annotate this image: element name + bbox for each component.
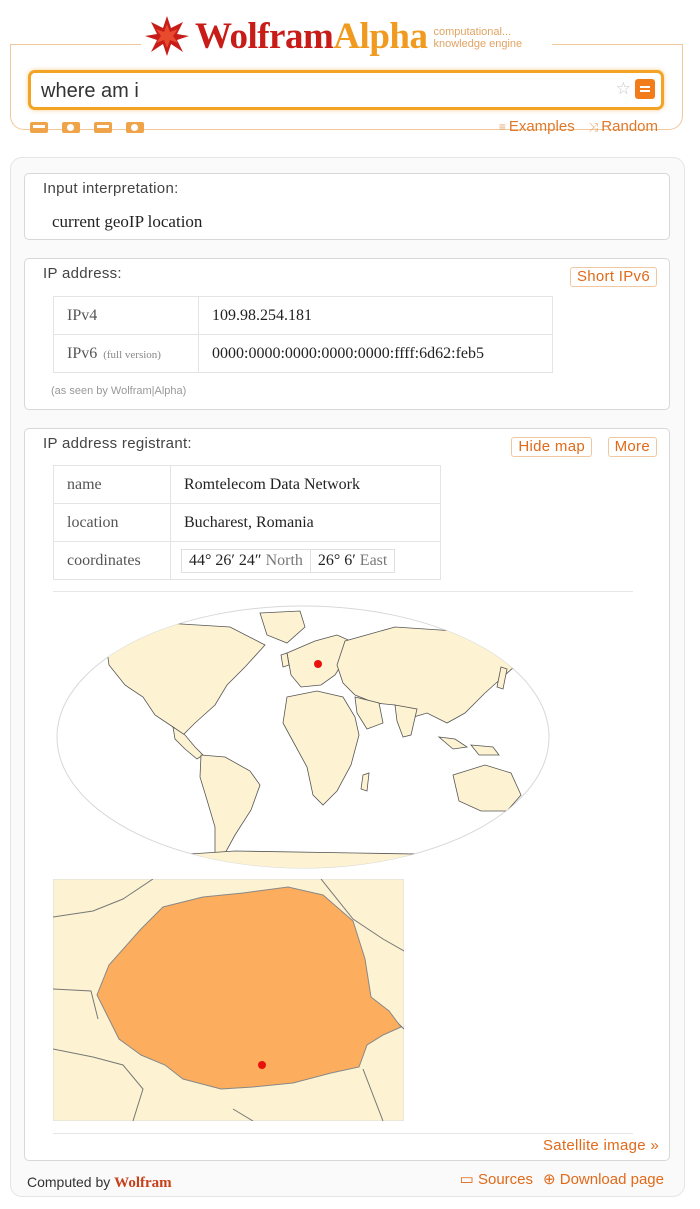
shuffle-icon: ⤨ (588, 120, 599, 134)
pod-title: IP address: (43, 265, 122, 282)
pod-ip-registrant: IP address registrant: Hide map More nam… (24, 428, 670, 1161)
favorite-star-icon[interactable]: ☆ (616, 79, 631, 99)
search-box[interactable]: ☆ (28, 70, 664, 110)
upload-icon[interactable] (94, 122, 112, 133)
bucharest-marker (258, 1061, 266, 1069)
divider (53, 1133, 633, 1134)
computed-by: Computed by Wolfram (27, 1174, 172, 1191)
ipv6-value: 0000:0000:0000:0000:0000:ffff:6d62:feb5 (198, 334, 553, 373)
pod-title: Input interpretation: (43, 180, 179, 197)
romania-map[interactable] (53, 879, 404, 1121)
ip-label: IPv4 (53, 296, 199, 335)
ip-table: IPv4 109.98.254.181 IPv6 (full version) 0… (53, 296, 553, 373)
keyboard-icon[interactable] (30, 122, 48, 133)
hide-map-button[interactable]: Hide map (511, 437, 592, 457)
full-version-note: (full version) (103, 348, 161, 361)
pod-title: IP address registrant: (43, 435, 192, 452)
as-seen-note: (as seen by Wolfram|Alpha) (51, 385, 187, 397)
tagline-line1: computational... (433, 26, 512, 38)
coordinates-label: coordinates (53, 541, 171, 580)
pod-input-interpretation: Input interpretation: current geoIP loca… (24, 173, 670, 240)
examples-link[interactable]: ≡ Examples (499, 118, 575, 135)
download-page-link[interactable]: ⊕ Download page (543, 1170, 664, 1188)
short-ipv6-button[interactable]: Short IPv6 (569, 267, 657, 287)
camera-icon[interactable] (62, 122, 80, 133)
latitude: 44° 26′ 24″ North (181, 548, 311, 573)
download-icon: ⊕ (543, 1171, 556, 1188)
location-label: location (53, 503, 171, 542)
book-icon: ▭ (459, 1171, 474, 1188)
longitude: 26° 6′ East (309, 548, 396, 573)
pod-ip-address: IP address: Short IPv6 IPv4 109.98.254.1… (24, 258, 670, 410)
divider (53, 591, 633, 592)
random-link[interactable]: ⤨ Random (589, 118, 658, 135)
header-links: ≡ Examples ⤨ Random (499, 118, 658, 135)
name-label: name (53, 465, 171, 504)
registrant-table: name Romtelecom Data Network location Bu… (53, 465, 441, 580)
history-icon[interactable] (126, 122, 144, 133)
world-map[interactable] (55, 605, 551, 870)
footer-links: ▭ Sources ⊕ Download page (460, 1170, 664, 1188)
ipv4-value: 109.98.254.181 (198, 296, 553, 335)
footer-wolfram-link[interactable]: Wolfram (114, 1175, 172, 1191)
search-input[interactable] (41, 79, 601, 103)
coordinates-value: 44° 26′ 24″ North 26° 6′ East (170, 541, 441, 580)
interpretation-text: current geoIP location (52, 212, 203, 231)
ip-label: IPv6 (full version) (53, 334, 199, 373)
table-row: coordinates 44° 26′ 24″ North 26° 6′ East (53, 541, 441, 580)
table-row: location Bucharest, Romania (53, 503, 441, 542)
more-button[interactable]: More (607, 437, 657, 457)
table-row: IPv6 (full version) 0000:0000:0000:0000:0… (53, 334, 553, 373)
location-marker (314, 660, 322, 668)
table-row: IPv4 109.98.254.181 (53, 296, 553, 335)
satellite-image-link[interactable]: Satellite image » (543, 1137, 659, 1154)
location-value: Bucharest, Romania (170, 503, 441, 542)
list-icon: ≡ (498, 120, 506, 134)
input-mode-toolbar (30, 122, 144, 133)
name-value: Romtelecom Data Network (170, 465, 441, 504)
compute-button[interactable] (635, 79, 655, 99)
sources-link[interactable]: ▭ Sources (460, 1170, 533, 1188)
table-row: name Romtelecom Data Network (53, 465, 441, 504)
